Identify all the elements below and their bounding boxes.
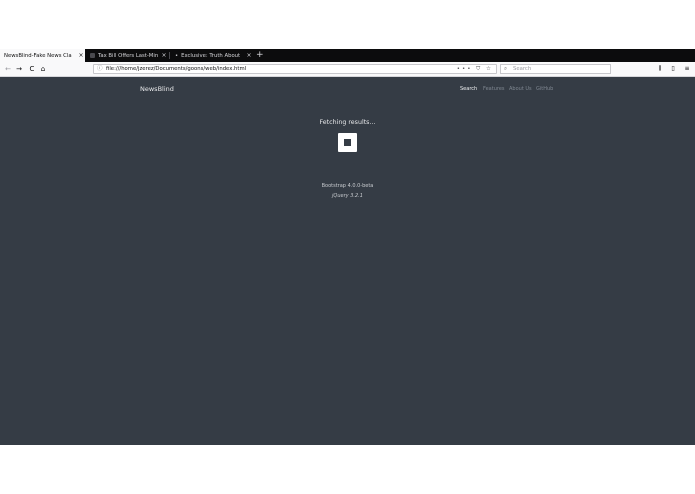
menu-icon[interactable]: ≡ <box>683 62 691 76</box>
page-actions-icon[interactable]: ••• ⛉ ☆ <box>457 65 493 73</box>
fetching-status: Fetching results... <box>319 119 376 126</box>
url-bar[interactable]: ⓘ file:///home/jzerez/Documents/goons/we… <box>93 64 497 74</box>
search-icon: ⌕ <box>504 66 508 72</box>
browser-window: NewsBlind-Fake News Cla × Tax Bill Offer… <box>0 49 695 445</box>
nav-link-search[interactable]: Search <box>460 86 477 92</box>
footer-jquery-version: jQuery 3.2.1 <box>332 193 363 199</box>
tab-title: Tax Bill Offers Last-Min <box>98 52 159 59</box>
nav-link-features[interactable]: Features <box>483 86 505 92</box>
search-placeholder: Search <box>513 66 532 72</box>
new-tab-button[interactable]: + <box>256 49 264 62</box>
url-text[interactable]: file:///home/jzerez/Documents/goons/web/… <box>106 65 246 73</box>
nav-link-github[interactable]: GitHub <box>536 86 553 92</box>
site-brand[interactable]: NewsBlind <box>140 85 174 93</box>
close-tab-icon[interactable]: × <box>77 52 85 59</box>
favicon-icon <box>90 53 95 58</box>
home-button[interactable]: ⌂ <box>38 62 48 76</box>
nav-link-about-us[interactable]: About Us <box>509 86 532 92</box>
loading-spinner-icon <box>338 133 357 152</box>
tab-strip: NewsBlind-Fake News Cla × Tax Bill Offer… <box>0 49 695 62</box>
tab-title: NewsBlind-Fake News Cla <box>4 52 72 59</box>
reload-button[interactable]: C <box>27 62 37 76</box>
back-button[interactable]: ← <box>3 62 13 76</box>
sidebar-icon[interactable]: ▯ <box>669 62 677 76</box>
page-content: NewsBlind Search Features About Us GitHu… <box>0 77 695 445</box>
footer-bootstrap-version: Bootstrap 4.0.0-beta <box>321 183 374 189</box>
forward-button[interactable]: → <box>14 62 24 76</box>
tab-newsblind[interactable]: NewsBlind-Fake News Cla × <box>0 49 85 62</box>
nav-toolbar: ← → C ⌂ ⓘ file:///home/jzerez/Documents/… <box>0 62 695 77</box>
info-icon[interactable]: ⓘ <box>97 65 103 73</box>
library-icon[interactable]: ⫼ <box>656 62 664 76</box>
close-tab-icon[interactable]: × <box>245 52 253 59</box>
tab-exclusive[interactable]: • Exclusive: Truth About × <box>171 49 253 62</box>
tab-separator <box>169 52 170 59</box>
tab-tax-bill[interactable]: Tax Bill Offers Last-Min × <box>86 49 168 62</box>
close-tab-icon[interactable]: × <box>160 52 168 59</box>
tab-title: Exclusive: Truth About <box>181 52 241 59</box>
loading-dot-icon: • <box>175 52 179 59</box>
search-input[interactable]: ⌕ Search <box>500 64 611 74</box>
